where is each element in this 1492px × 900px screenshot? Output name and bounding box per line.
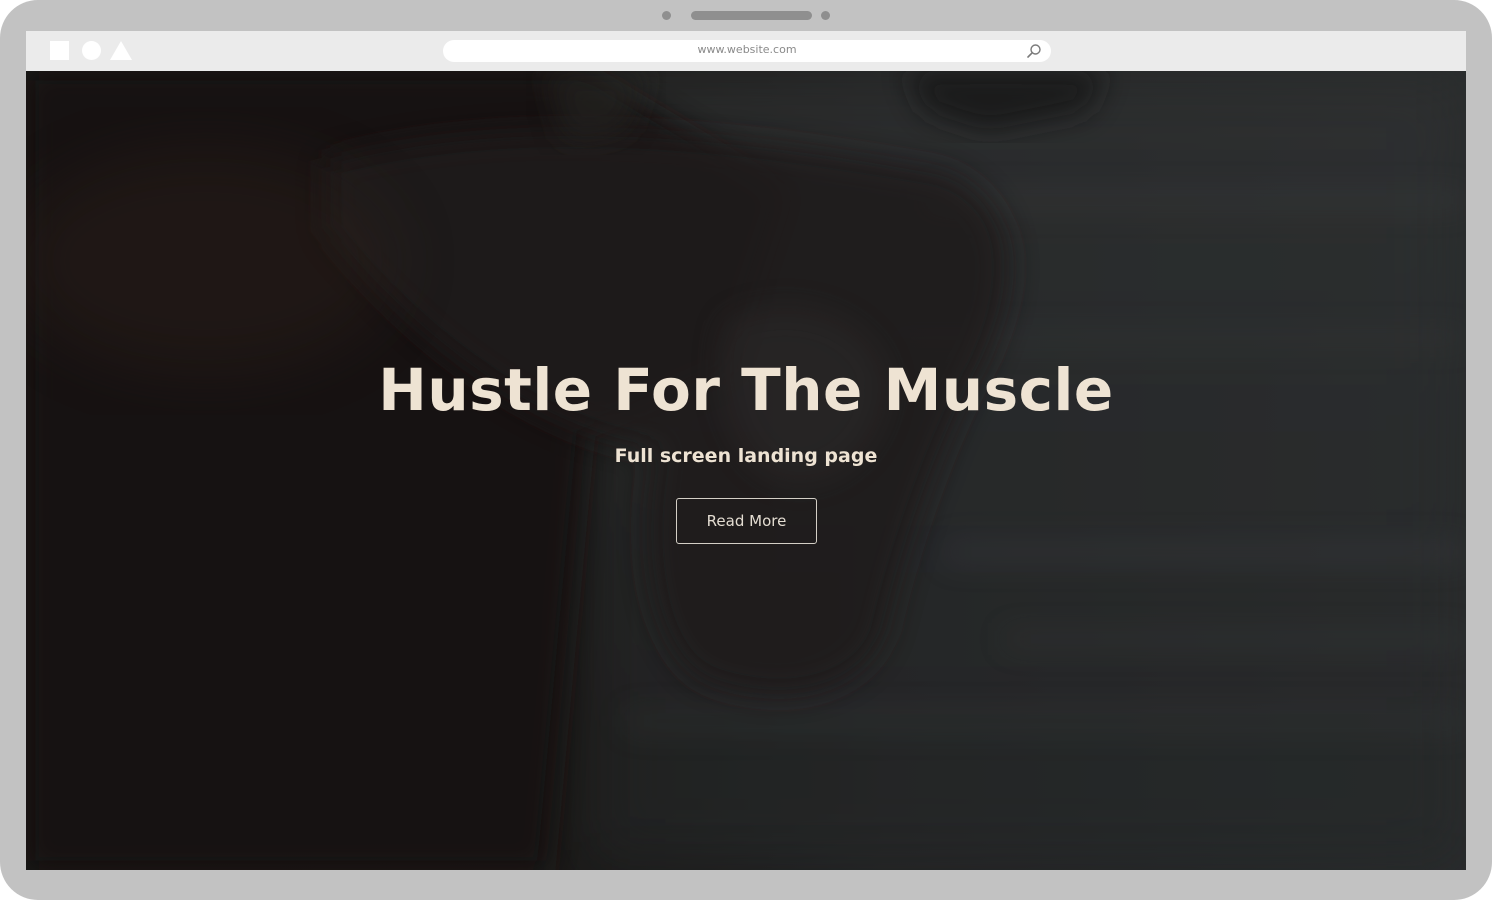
camera-dot-right — [821, 11, 830, 20]
hero-section: Hustle For The Muscle Full screen landin… — [26, 71, 1466, 870]
search-icon[interactable] — [1026, 43, 1042, 59]
device-frame: www.website.com Hustle For The Muscle Fu… — [0, 0, 1492, 900]
square-icon[interactable] — [50, 41, 69, 60]
address-bar[interactable]: www.website.com — [443, 40, 1051, 62]
hero-title: Hustle For The Muscle — [378, 356, 1114, 424]
hero-content: Hustle For The Muscle Full screen landin… — [26, 71, 1466, 870]
hero-subtitle: Full screen landing page — [614, 445, 878, 467]
browser-window: www.website.com Hustle For The Muscle Fu… — [26, 31, 1466, 870]
speaker-grill — [691, 11, 812, 20]
triangle-icon[interactable] — [110, 41, 132, 60]
camera-dot-left — [662, 11, 671, 20]
circle-icon[interactable] — [82, 41, 101, 60]
browser-toolbar: www.website.com — [26, 31, 1466, 71]
address-url[interactable]: www.website.com — [443, 40, 1051, 62]
read-more-button[interactable]: Read More — [676, 498, 817, 544]
